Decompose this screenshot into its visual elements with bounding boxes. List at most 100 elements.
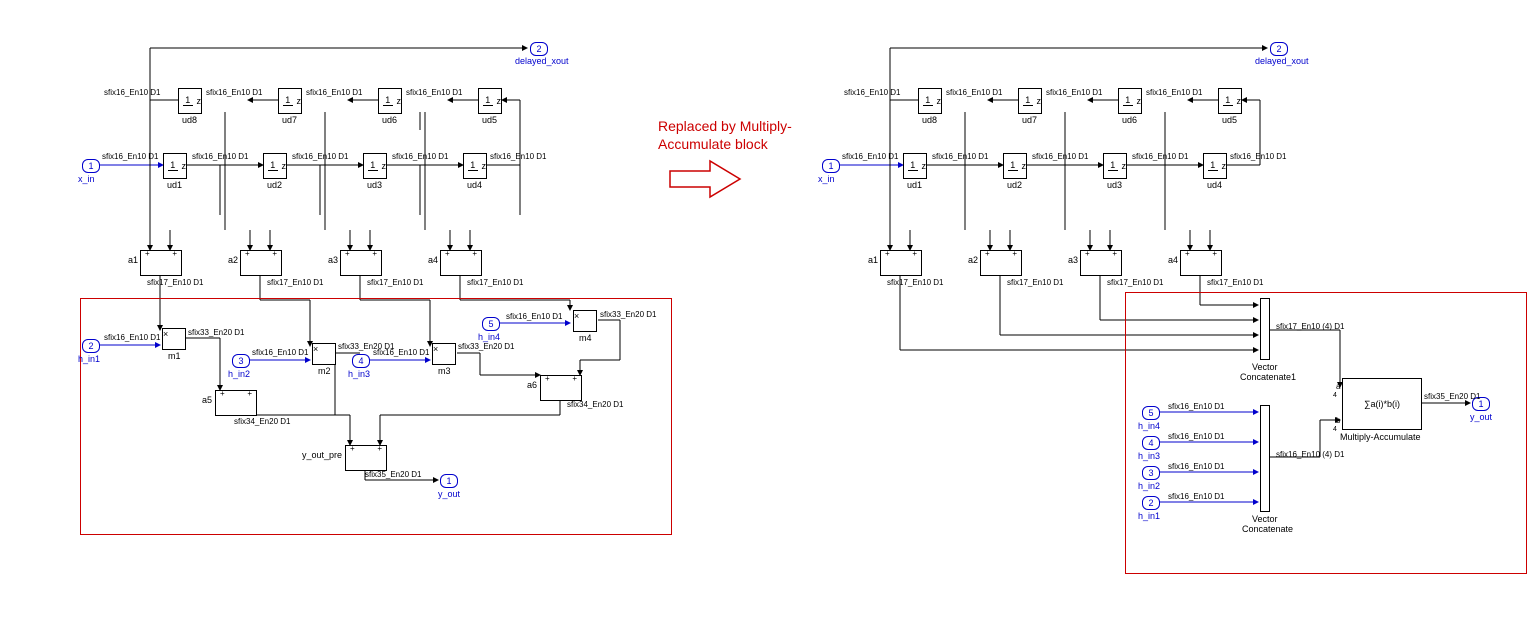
block-m1[interactable]: × (162, 328, 186, 350)
block-ud5[interactable] (478, 88, 502, 114)
block-a3[interactable]: ++ (340, 250, 382, 276)
mac-formula: ∑a(i)*b(i) (1364, 399, 1400, 409)
label-a2: a2 (228, 255, 238, 265)
r-block-ud7[interactable] (1018, 88, 1042, 114)
r-label-a1: a1 (868, 255, 878, 265)
r-port-hin2[interactable]: 3 (1142, 466, 1160, 480)
block-ud8[interactable] (178, 88, 202, 114)
r-block-ud8[interactable] (918, 88, 942, 114)
r-block-ud4[interactable] (1203, 153, 1227, 179)
rsig-t2: sfix16_En10 D1 (946, 88, 1002, 97)
block-ud7[interactable] (278, 88, 302, 114)
block-mac[interactable]: ∑a(i)*b(i) (1342, 378, 1422, 430)
mac-port-a4: 4 (1333, 392, 1337, 399)
block-m3[interactable]: × (432, 343, 456, 365)
rsig-t4: sfix16_En10 D1 (1146, 88, 1202, 97)
port-h-in1-label: h_in1 (78, 354, 100, 364)
port-h-in2[interactable]: 3 (232, 354, 250, 368)
label-a1: a1 (128, 255, 138, 265)
r-block-a4[interactable]: ++ (1180, 250, 1222, 276)
label-ud8: ud8 (182, 115, 197, 125)
label-ud1: ud1 (167, 180, 182, 190)
r-label-ud8: ud8 (922, 115, 937, 125)
block-ud3[interactable] (363, 153, 387, 179)
r-port-hin2-label: h_in2 (1138, 481, 1160, 491)
label-m4: m4 (579, 333, 592, 343)
block-m4[interactable]: × (573, 310, 597, 332)
r-port-x-in[interactable]: 1 (822, 159, 840, 173)
sig-t1: sfix16_En10 D1 (104, 88, 160, 97)
rsig-l5: sfix16_En10 D1 (1230, 152, 1286, 161)
sig-a3o: sfix17_En10 D1 (367, 278, 423, 287)
rsig-t1: sfix16_En10 D1 (844, 88, 900, 97)
label-concatb: Concatenate (1242, 524, 1293, 534)
rsig-h3: sfix16_En10 D1 (1168, 432, 1224, 441)
rsig-l1: sfix16_En10 D1 (842, 152, 898, 161)
block-ud6[interactable] (378, 88, 402, 114)
port-h-in1[interactable]: 2 (82, 339, 100, 353)
sig-yout: sfix35_En20 D1 (365, 470, 421, 479)
rsig-c1o: sfix17_En10 (4) D1 (1276, 322, 1344, 331)
sig-m4o: sfix33_En20 D1 (600, 310, 656, 319)
label-a3: a3 (328, 255, 338, 265)
r-label-ud2: ud2 (1007, 180, 1022, 190)
port-x-in-label: x_in (78, 174, 95, 184)
block-ud4[interactable] (463, 153, 487, 179)
sig-l5: sfix16_En10 D1 (490, 152, 546, 161)
port-x-in[interactable]: 1 (82, 159, 100, 173)
sig-m1o: sfix33_En20 D1 (188, 328, 244, 337)
sig-t3: sfix16_En10 D1 (306, 88, 362, 97)
block-ud2[interactable] (263, 153, 287, 179)
r-block-a2[interactable]: ++ (980, 250, 1022, 276)
r-label-ud5: ud5 (1222, 115, 1237, 125)
block-ud1[interactable] (163, 153, 187, 179)
r-block-ud6[interactable] (1118, 88, 1142, 114)
r-block-ud1[interactable] (903, 153, 927, 179)
block-a6[interactable]: ++ (540, 375, 582, 401)
rsig-l3: sfix16_En10 D1 (1032, 152, 1088, 161)
r-port-hin3[interactable]: 4 (1142, 436, 1160, 450)
sig-l2: sfix16_En10 D1 (192, 152, 248, 161)
rsig-l4: sfix16_En10 D1 (1132, 152, 1188, 161)
block-a1[interactable]: ++ (140, 250, 182, 276)
port-h-in4[interactable]: 5 (482, 317, 500, 331)
label-ud7: ud7 (282, 115, 297, 125)
r-label-a3: a3 (1068, 255, 1078, 265)
r-port-hin1-label: h_in1 (1138, 511, 1160, 521)
sig-l3: sfix16_En10 D1 (292, 152, 348, 161)
label-a5: a5 (202, 395, 212, 405)
block-a5[interactable]: ++ (215, 390, 257, 416)
block-m2[interactable]: × (312, 343, 336, 365)
port-delayed-xout[interactable]: 2 (530, 42, 548, 56)
port-h-in3[interactable]: 4 (352, 354, 370, 368)
r-block-ud3[interactable] (1103, 153, 1127, 179)
block-concat1[interactable] (1260, 298, 1270, 360)
sig-a6o: sfix34_En20 D1 (567, 400, 623, 409)
block-concat[interactable] (1260, 405, 1270, 512)
r-label-ud3: ud3 (1107, 180, 1122, 190)
rsig-a1o: sfix17_En10 D1 (887, 278, 943, 287)
sig-m3o: sfix33_En20 D1 (458, 342, 514, 351)
sig-t2: sfix16_En10 D1 (206, 88, 262, 97)
r-block-ud5[interactable] (1218, 88, 1242, 114)
label-ud6: ud6 (382, 115, 397, 125)
r-port-delayed-xout[interactable]: 2 (1270, 42, 1288, 56)
label-a4: a4 (428, 255, 438, 265)
port-y-out[interactable]: 1 (440, 474, 458, 488)
center-text1: Replaced by Multiply- (658, 118, 792, 134)
label-ud3: ud3 (367, 180, 382, 190)
r-block-a1[interactable]: ++ (880, 250, 922, 276)
block-youtpre[interactable]: ++ (345, 445, 387, 471)
r-port-hin4[interactable]: 5 (1142, 406, 1160, 420)
r-block-ud2[interactable] (1003, 153, 1027, 179)
sig-a1o: sfix17_En10 D1 (147, 278, 203, 287)
block-a2[interactable]: ++ (240, 250, 282, 276)
r-port-hin1[interactable]: 2 (1142, 496, 1160, 510)
sig-l4: sfix16_En10 D1 (392, 152, 448, 161)
block-a4[interactable]: ++ (440, 250, 482, 276)
r-block-a3[interactable]: ++ (1080, 250, 1122, 276)
sig-m2o: sfix33_En20 D1 (338, 342, 394, 351)
label-mac: Multiply-Accumulate (1340, 432, 1421, 442)
rsig-h2: sfix16_En10 D1 (1168, 462, 1224, 471)
label-a6: a6 (527, 380, 537, 390)
